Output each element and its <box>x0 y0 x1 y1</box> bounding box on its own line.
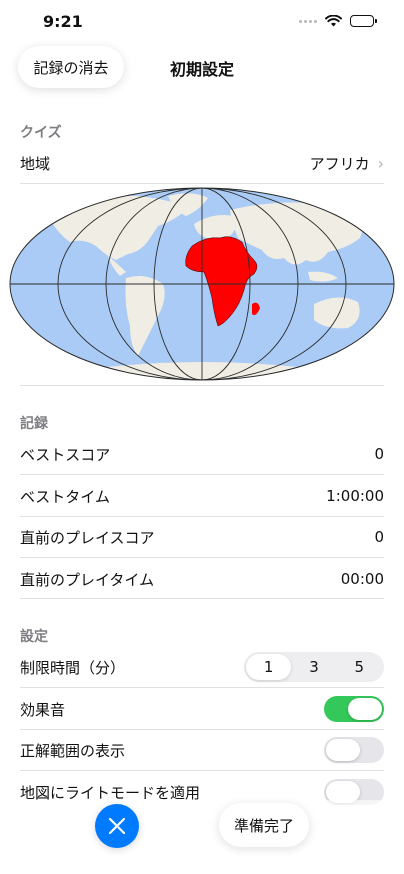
record-row-best-time: ベストタイム 1:00:00 <box>20 475 384 517</box>
show-range-label: 正解範囲の表示 <box>20 741 126 760</box>
map-graticule <box>10 188 394 380</box>
record-value: 0 <box>374 445 384 463</box>
time-limit-option-5[interactable]: 5 <box>337 654 382 680</box>
show-range-toggle[interactable] <box>324 737 384 763</box>
world-map[interactable] <box>8 186 396 382</box>
divider <box>20 183 384 184</box>
record-label: 直前のプレイタイム <box>20 570 155 589</box>
record-value: 1:00:00 <box>326 487 384 505</box>
chevron-right-icon: › <box>377 153 384 173</box>
close-icon <box>108 817 126 835</box>
status-bar: 9:21 <box>0 0 404 44</box>
time-limit-option-3[interactable]: 3 <box>291 654 336 680</box>
battery-icon <box>350 15 377 27</box>
section-header-quiz: クイズ <box>20 125 62 141</box>
divider <box>20 385 384 386</box>
status-time: 9:21 <box>43 12 83 31</box>
record-row-last-time: 直前のプレイタイム 00:00 <box>20 558 384 600</box>
record-label: ベストタイム <box>20 487 111 506</box>
record-value: 00:00 <box>340 570 384 588</box>
record-label: 直前のプレイスコア <box>20 528 155 547</box>
time-limit-row: 制限時間（分） 1 3 5 <box>20 646 384 688</box>
section-header-settings: 設定 <box>20 629 48 645</box>
time-limit-label: 制限時間（分） <box>20 658 126 677</box>
section-header-records: 記録 <box>20 416 48 432</box>
sound-label: 効果音 <box>20 700 66 719</box>
wifi-icon <box>325 15 342 27</box>
time-limit-option-1[interactable]: 1 <box>246 654 292 680</box>
page-title: 初期設定 <box>169 60 234 79</box>
show-range-row: 正解範囲の表示 <box>20 729 384 771</box>
sound-toggle[interactable] <box>324 696 384 722</box>
time-limit-segmented-control[interactable]: 1 3 5 <box>244 652 384 682</box>
record-row-last-score: 直前のプレイスコア 0 <box>20 516 384 558</box>
region-row[interactable]: 地域 アフリカ › <box>20 142 384 184</box>
bottom-bar <box>0 800 404 874</box>
status-icons <box>299 15 377 27</box>
close-button[interactable] <box>95 804 139 848</box>
region-label: 地域 <box>20 154 51 173</box>
record-row-best-score: ベストスコア 0 <box>20 433 384 475</box>
ready-button[interactable]: 準備完了 <box>219 803 309 847</box>
divider <box>20 598 384 599</box>
record-label: ベストスコア <box>20 445 111 464</box>
sound-row: 効果音 <box>20 688 384 730</box>
region-value: アフリカ <box>309 154 370 173</box>
record-value: 0 <box>374 528 384 546</box>
cellular-signal-icon <box>299 19 317 23</box>
